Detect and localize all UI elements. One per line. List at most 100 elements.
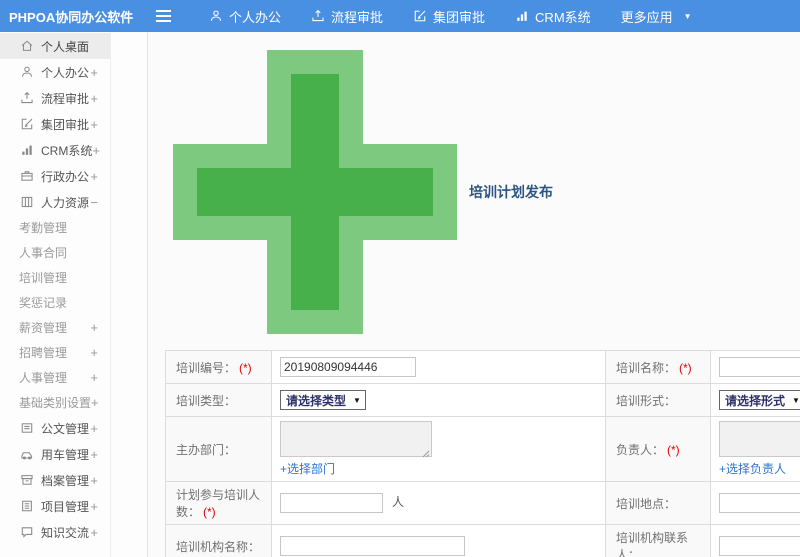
- training-type-select[interactable]: 请选择类型 ▼: [280, 390, 366, 410]
- nav-item-group-approval[interactable]: 集团审批: [398, 0, 500, 32]
- archive-mgmt-expand-icon: +: [90, 472, 98, 488]
- training-no-label: 培训编号： (*): [165, 350, 272, 384]
- admin-office-expand-icon: +: [90, 168, 98, 184]
- sidebar-subitem-salary-mgmt[interactable]: 薪资管理 +: [0, 315, 110, 340]
- training-type-select-value: 请选择类型: [286, 393, 347, 408]
- field-label-text: 计划参与培训人数：: [176, 488, 261, 519]
- sidebar-subitem-label: 考勤管理: [19, 221, 68, 235]
- field-label-text: 培训类型：: [176, 393, 237, 408]
- chevron-down-icon: ▼: [353, 395, 361, 405]
- app-logo: PHPOA协同办公软件: [9, 9, 134, 25]
- training-type-label: 培训类型：: [165, 383, 272, 417]
- base-category-expand-icon: +: [91, 395, 99, 410]
- recruit-mgmt-expand-icon: +: [90, 345, 98, 360]
- required-marker: (*): [203, 505, 216, 519]
- sidebar-subitem-label: 培训管理: [19, 271, 68, 285]
- sidebar-subitem-hr-contract[interactable]: 人事合同: [0, 240, 110, 265]
- hamburger-icon: [155, 15, 171, 17]
- sidebar-subitem-recruit-mgmt[interactable]: 招聘管理 +: [0, 340, 110, 365]
- field-label-text: 培训形式：: [616, 393, 677, 408]
- sidebar-item-crm-system[interactable]: CRM系统 +: [0, 137, 110, 163]
- chevron-down-icon: ▼: [683, 11, 692, 21]
- host-dept-field: +选择部门: [271, 416, 606, 482]
- sidebar-item-personal-desktop[interactable]: 个人桌面: [0, 33, 110, 59]
- nav-item-personal-office[interactable]: 个人办公: [194, 0, 296, 32]
- hr-expand-icon: −: [90, 194, 98, 210]
- workflow-approval-expand-icon: +: [90, 90, 98, 106]
- nav-item-workflow-approval[interactable]: 流程审批: [296, 0, 398, 32]
- training-plan-form: 培训编号：(*)培训名称：(*)培训类型：请选择类型▼培训形式：请选择形式▼主办…: [165, 350, 800, 557]
- chart-icon: [20, 143, 34, 157]
- training-form-label: 培训形式：: [605, 383, 711, 417]
- required-marker: (*): [667, 442, 680, 457]
- training-no-field: [271, 350, 606, 384]
- sidebar-subitem-personnel-mgmt[interactable]: 人事管理 +: [0, 365, 110, 390]
- training-form-select-value: 请选择形式: [725, 393, 786, 408]
- resize-handle-icon: [422, 447, 430, 458]
- sidebar-subitem-label: 奖惩记录: [19, 296, 68, 310]
- crm-system-expand-icon: +: [92, 142, 100, 158]
- sidebar-subitem-training-mgmt[interactable]: 培训管理: [0, 265, 110, 290]
- sidebar-subitem-attendance[interactable]: 考勤管理: [0, 215, 110, 240]
- host-dept-select-link[interactable]: +选择部门: [280, 462, 335, 476]
- sidebar-subitem-base-category[interactable]: 基础类别设置 +: [0, 390, 110, 415]
- required-marker: (*): [679, 360, 692, 375]
- sidebar-item-group-approval[interactable]: 集团审批 +: [0, 111, 110, 137]
- nav-item-crm-system[interactable]: CRM系统: [500, 0, 606, 32]
- org-contact-field: [710, 524, 800, 557]
- field-label-text: 负责人：: [616, 442, 665, 457]
- field-label-text: 培训机构名称：: [176, 539, 261, 554]
- sidebar-item-vehicle-mgmt[interactable]: 用车管理 +: [0, 441, 110, 467]
- training-place-field: [710, 481, 800, 525]
- sidebar-subitem-reward-punish[interactable]: 奖惩记录: [0, 290, 110, 315]
- group-approval-expand-icon: +: [90, 116, 98, 132]
- nav-item-label: 流程审批: [331, 9, 384, 25]
- sidebar-item-workflow-approval[interactable]: 流程审批 +: [0, 85, 110, 111]
- sidebar-item-project-mgmt[interactable]: 项目管理 +: [0, 493, 110, 519]
- sidebar-item-personal-office[interactable]: 个人办公 +: [0, 59, 110, 85]
- host-dept-textarea[interactable]: [280, 421, 432, 458]
- org-name-input[interactable]: [280, 536, 465, 556]
- nav-item-label: 更多应用: [620, 9, 673, 25]
- training-form-select[interactable]: 请选择形式 ▼: [719, 390, 800, 410]
- training-place-input[interactable]: [719, 493, 800, 513]
- chevron-down-icon: ▼: [792, 395, 800, 405]
- sidebar-item-hr[interactable]: 人力资源 −: [0, 189, 110, 215]
- sidebar-item-archive-mgmt[interactable]: 档案管理 +: [0, 467, 110, 493]
- planned-participants-unit-label: 人: [392, 495, 405, 510]
- sidebar-subitem-label: 基础类别设置: [19, 396, 92, 410]
- personnel-mgmt-expand-icon: +: [90, 370, 98, 385]
- leader-textarea[interactable]: [719, 421, 800, 457]
- planned-participants-input[interactable]: [280, 493, 383, 513]
- leader-field: +选择负责人: [710, 416, 800, 482]
- leader-label: 负责人： (*): [605, 416, 711, 482]
- leader-select-link[interactable]: +选择负责人: [719, 462, 786, 476]
- sidebar-subitem-label: 薪资管理: [19, 321, 68, 335]
- nav-item-more-apps[interactable]: 更多应用 ▼: [606, 0, 707, 32]
- training-name-input[interactable]: [719, 357, 800, 377]
- sidebar-item-knowledge[interactable]: 知识交流 +: [0, 519, 110, 545]
- doc-icon: [20, 421, 34, 435]
- sidebar-item-doc-mgmt[interactable]: 公文管理 +: [0, 415, 110, 441]
- field-label-text: 培训机构联系人：: [616, 531, 689, 557]
- briefcase-icon: [20, 169, 34, 183]
- edit-icon: [20, 117, 34, 131]
- org-contact-input[interactable]: [719, 536, 800, 556]
- page-title-text: 培训计划发布: [469, 184, 553, 200]
- training-form-field: 请选择形式 ▼: [710, 383, 800, 417]
- sidebar: 个人桌面 个人办公 + 流程审批 + 集团审批 + CRM系统 + 行政办公 + 人力资源 − 考勤管理人…: [0, 32, 148, 557]
- sidebar-menu: 个人桌面 个人办公 + 流程审批 + 集团审批 + CRM系统 + 行政办公 + 人力资源 − 考勤管理人…: [0, 32, 111, 557]
- nav-item-label: 个人办公: [229, 9, 282, 25]
- sidebar-item-admin-office[interactable]: 行政办公 +: [0, 163, 110, 189]
- vehicle-mgmt-expand-icon: +: [90, 446, 98, 462]
- field-label-text: 培训编号：: [176, 360, 237, 375]
- menu-toggle-button[interactable]: [148, 0, 178, 32]
- project-mgmt-expand-icon: +: [90, 498, 98, 514]
- training-no-input[interactable]: [280, 357, 416, 377]
- top-navigation: 个人办公 流程审批 集团审批 CRM系统 更多应用 ▼: [194, 0, 707, 32]
- form-row: 培训机构名称： 培训机构联系人：: [165, 524, 800, 557]
- knowledge-expand-icon: +: [90, 524, 98, 540]
- car-icon: [20, 447, 34, 461]
- sidebar-subitem-label: 人事管理: [19, 371, 68, 385]
- sidebar-item-label: 档案管理: [41, 473, 90, 488]
